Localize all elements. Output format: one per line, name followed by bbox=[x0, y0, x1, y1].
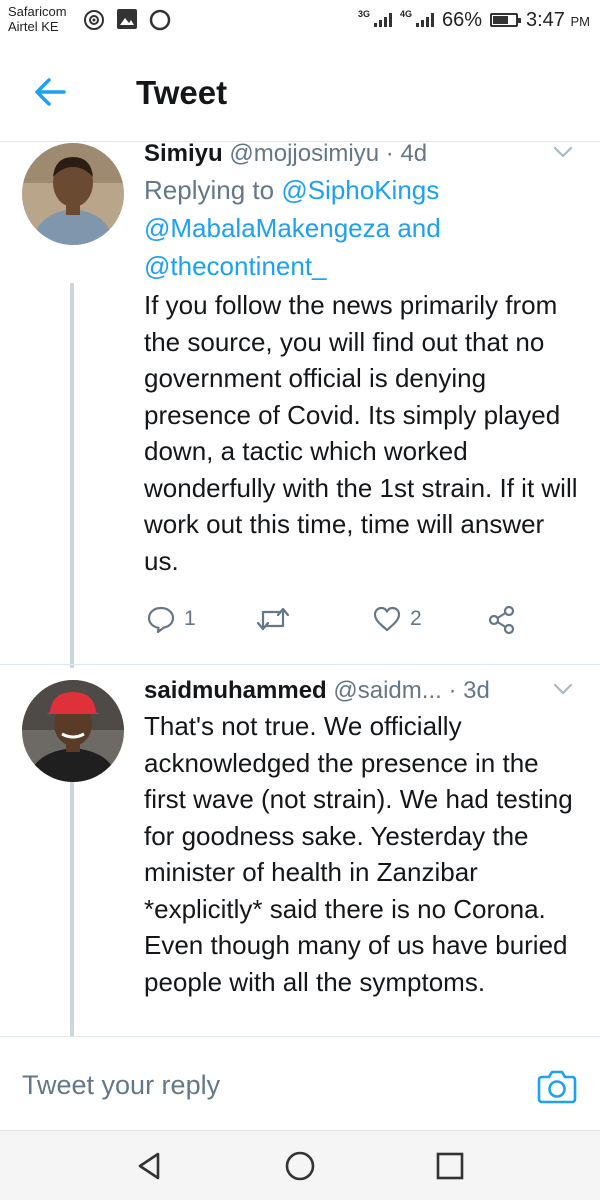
like-count: 2 bbox=[410, 607, 422, 630]
tweet-header: Simiyu @mojjosimiyu · 4d bbox=[144, 143, 584, 169]
nav-recents-icon[interactable] bbox=[433, 1149, 467, 1183]
tweet-header: saidmuhammed @saidm... · 3d bbox=[144, 676, 584, 706]
retweet-icon bbox=[256, 607, 290, 631]
hotspot-icon bbox=[84, 10, 104, 30]
chevron-down-icon[interactable] bbox=[552, 143, 574, 163]
system-nav-bar bbox=[0, 1130, 600, 1200]
signal-bars-icon bbox=[373, 13, 392, 27]
retweet-button[interactable] bbox=[256, 604, 298, 634]
carrier-secondary: Airtel KE bbox=[8, 19, 59, 34]
share-button[interactable] bbox=[486, 604, 518, 636]
reply-button[interactable]: 1 bbox=[146, 604, 196, 634]
avatar[interactable] bbox=[22, 680, 124, 782]
share-icon bbox=[488, 605, 515, 635]
timestamp: 3d bbox=[463, 677, 490, 704]
thread-connector bbox=[70, 283, 74, 668]
reply-icon bbox=[147, 606, 175, 634]
battery-percent: 66% bbox=[441, 8, 482, 31]
camera-icon[interactable] bbox=[536, 1065, 578, 1107]
user-handle[interactable]: @mojjosimiyu bbox=[229, 143, 379, 167]
timestamp: 4d bbox=[400, 143, 428, 167]
carrier-names: Safaricom Airtel KE bbox=[8, 4, 67, 34]
chevron-down-icon[interactable] bbox=[552, 678, 574, 700]
tweet-divider bbox=[0, 664, 600, 665]
reply-input[interactable] bbox=[22, 1065, 502, 1105]
tweet-actions: 1 2 bbox=[144, 604, 584, 644]
clock-ampm: PM bbox=[570, 13, 591, 29]
network-type-4g: 4G bbox=[399, 9, 412, 19]
separator-dot: · bbox=[448, 677, 464, 704]
display-name[interactable]: saidmuhammed bbox=[144, 677, 327, 704]
heart-icon bbox=[373, 606, 401, 632]
display-name[interactable]: Simiyu bbox=[144, 143, 223, 167]
tweet-text: That's not true. We officially acknowled… bbox=[144, 711, 573, 997]
mention-link[interactable]: @SiphoKings bbox=[281, 175, 439, 205]
page-title: Tweet bbox=[136, 74, 228, 111]
like-button[interactable]: 2 bbox=[372, 604, 422, 634]
reply-count: 1 bbox=[184, 607, 196, 630]
nav-back-icon[interactable] bbox=[132, 1149, 166, 1183]
avatar[interactable] bbox=[22, 143, 124, 245]
tweet: Simiyu @mojjosimiyu · 4d Replying to @Si… bbox=[144, 143, 584, 579]
gallery-icon bbox=[117, 9, 137, 29]
network-type-3g: 3G bbox=[357, 9, 370, 19]
mention-link[interactable]: @MabalaMakengeza bbox=[144, 213, 390, 243]
replying-to-prefix: Replying to bbox=[144, 175, 282, 205]
signal-bars-icon-2 bbox=[415, 13, 434, 27]
clock: 3:47 PM bbox=[526, 9, 590, 32]
separator-dot: · bbox=[385, 143, 401, 167]
battery-icon bbox=[490, 13, 521, 27]
sync-circle-icon bbox=[149, 9, 171, 31]
app-header: Tweet bbox=[0, 40, 600, 142]
tweet-thread: Simiyu @mojjosimiyu · 4d Replying to @Si… bbox=[0, 143, 600, 1036]
replying-to: Replying to @SiphoKings @MabalaMakengeza… bbox=[144, 171, 584, 285]
tweet-text: If you follow the news primarily from th… bbox=[144, 290, 578, 576]
carrier-primary: Safaricom bbox=[8, 4, 67, 19]
status-bar: Safaricom Airtel KE 3G 4G 66% 3:47 PM bbox=[0, 0, 600, 40]
mention-joiner: and bbox=[390, 213, 441, 243]
thread-connector-2 bbox=[70, 758, 74, 1036]
mention-link[interactable]: @thecontinent_ bbox=[144, 251, 327, 281]
reply-composer bbox=[0, 1036, 600, 1130]
nav-home-icon[interactable] bbox=[283, 1149, 317, 1183]
tweet: saidmuhammed @saidm... · 3d That's not t… bbox=[144, 676, 584, 1000]
user-handle[interactable]: @saidm... bbox=[333, 677, 441, 704]
clock-time: 3:47 bbox=[526, 8, 565, 31]
back-arrow-icon[interactable] bbox=[30, 72, 70, 112]
status-indicators: 3G 4G 66% 3:47 PM bbox=[358, 6, 590, 34]
